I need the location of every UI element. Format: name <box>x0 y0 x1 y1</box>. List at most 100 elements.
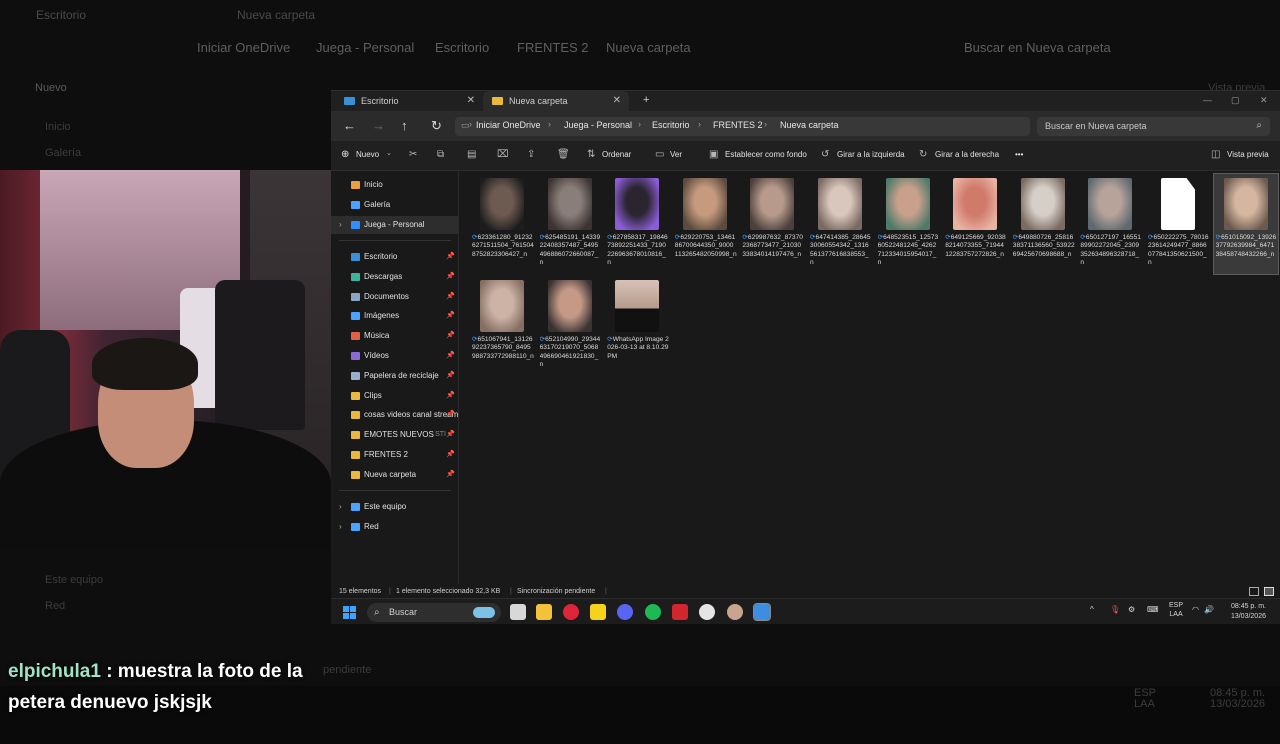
refresh-button[interactable]: ↻ <box>431 118 442 134</box>
spotify-icon[interactable] <box>645 604 661 620</box>
large-icons-view-toggle[interactable] <box>1264 587 1274 596</box>
github-icon[interactable] <box>699 604 715 620</box>
minimize-button[interactable]: — <box>1203 91 1212 109</box>
rename-icon[interactable]: ⌧ <box>497 149 509 160</box>
tab-escritorio[interactable]: Escritorio ✕ <box>335 91 483 111</box>
sidebar-item[interactable]: ›Juega - Personal <box>331 216 458 234</box>
breadcrumb-item[interactable]: Escritorio <box>652 120 690 130</box>
file-item[interactable]: ⟳650127197_1655189902272045_230935263489… <box>1078 174 1142 274</box>
language-indicator[interactable]: ESPLAA <box>1169 601 1183 619</box>
system-clock[interactable]: 08:45 p. m. 13/03/2026 <box>1231 602 1266 622</box>
sidebar-item[interactable]: ›Este equipo <box>331 498 458 516</box>
close-tab-icon[interactable]: ✕ <box>467 91 475 111</box>
microphone-icon[interactable]: 🎙 <box>1110 605 1120 614</box>
sticky-notes-icon[interactable] <box>590 604 606 620</box>
file-name: ⟳650127197_1655189902272045_230935263489… <box>1080 234 1142 270</box>
opera-gx-icon[interactable] <box>563 604 579 620</box>
file-item[interactable]: ⟳629220753_1346186700644350_900011326548… <box>673 174 737 274</box>
file-item[interactable]: ⟳651015092_1392637792639984_647138458748… <box>1214 174 1278 274</box>
preview-pane-button[interactable]: Vista previa <box>1227 150 1269 159</box>
sidebar-item[interactable]: Vídeos📌 <box>331 347 458 365</box>
folder-icon <box>351 411 360 419</box>
volume-icon[interactable]: 🔊 <box>1204 605 1214 614</box>
sidebar-item[interactable]: Galería <box>331 196 458 214</box>
paint-app-icon[interactable] <box>754 604 770 620</box>
more-options-button[interactable]: ••• <box>1015 150 1023 159</box>
sidebar-item[interactable]: Papelera de reciclaje📌 <box>331 367 458 385</box>
set-background-button[interactable]: Establecer como fondo <box>725 150 807 159</box>
sidebar-item[interactable]: Descargas📌 <box>331 268 458 286</box>
forward-button[interactable]: → <box>372 118 385 133</box>
file-item[interactable]: ⟳648523515_1257360522481245_426271233401… <box>876 174 940 274</box>
details-view-toggle[interactable] <box>1249 587 1259 596</box>
tab-nueva-carpeta[interactable]: Nueva carpeta ✕ <box>483 91 629 111</box>
paste-icon[interactable]: ▤ <box>467 149 476 160</box>
file-item[interactable]: ⟳650222275_7801623614249477_886607784135… <box>1146 174 1210 274</box>
address-bar[interactable]: ▭ › Iniciar OneDrive › Juega - Personal … <box>455 117 1030 136</box>
breadcrumb-item[interactable]: Nueva carpeta <box>780 120 839 130</box>
pin-icon: 📌 <box>446 466 455 484</box>
file-item[interactable]: ⟳WhatsApp Image 2026-03-13 at 8.10.29 PM <box>605 276 669 376</box>
file-item[interactable]: ⟳647414385_2864530060554342_131656137761… <box>808 174 872 274</box>
wifi-icon[interactable]: ◠ <box>1192 605 1199 614</box>
videos-icon <box>351 352 360 360</box>
file-item[interactable]: ⟳623361280_912326271511504_7615048752823… <box>470 174 534 274</box>
maximize-button[interactable]: ▢ <box>1231 91 1240 109</box>
new-button[interactable]: Nuevo <box>356 150 379 159</box>
file-item[interactable]: ⟳627858317_1984673892251433_719022696367… <box>605 174 669 274</box>
file-name-text: 652104990_2934463170219070_5068496690461… <box>540 336 601 368</box>
sidebar-item[interactable]: Clips📌 <box>331 387 458 405</box>
sort-button[interactable]: Ordenar <box>602 150 631 159</box>
pin-icon: 📌 <box>446 367 455 385</box>
breadcrumb-item[interactable]: Juega - Personal <box>564 120 632 130</box>
back-button[interactable]: ← <box>343 118 356 133</box>
task-view-icon[interactable] <box>510 604 526 620</box>
sidebar-item[interactable]: ›Red <box>331 518 458 536</box>
sidebar-item[interactable]: Imágenes📌 <box>331 307 458 325</box>
taskbar-search[interactable]: ⌕ Buscar <box>367 603 501 622</box>
chevron-right-icon[interactable]: › <box>339 216 342 234</box>
search-input[interactable]: Buscar en Nueva carpeta ⌕ <box>1037 117 1270 136</box>
background-tabs: Escritorio Nueva carpeta <box>0 0 1280 30</box>
sidebar-item[interactable]: Música📌 <box>331 327 458 345</box>
chevron-right-icon[interactable]: › <box>339 518 342 536</box>
sidebar-item[interactable]: EMOTES NUEVOSSTI📌 <box>331 426 458 444</box>
rotate-right-icon: ↻ <box>919 149 927 160</box>
cut-icon[interactable]: ✂ <box>409 149 417 160</box>
sidebar-item[interactable]: Nueva carpeta📌 <box>331 466 458 484</box>
start-button[interactable] <box>343 606 356 619</box>
this-pc-icon <box>351 503 360 511</box>
file-explorer-icon[interactable] <box>536 604 552 620</box>
file-item[interactable]: ⟳629987632_873702368773477_2103033834014… <box>740 174 804 274</box>
view-button[interactable]: Ver <box>670 150 682 159</box>
breadcrumb-item[interactable]: Iniciar OneDrive <box>476 120 541 130</box>
avatar-app-icon[interactable] <box>727 604 743 620</box>
share-icon[interactable]: ⇪ <box>527 149 535 160</box>
file-item[interactable]: ⟳649880726_2581638371136560_539226942567… <box>1011 174 1075 274</box>
sidebar-item[interactable]: Escritorio📌 <box>331 248 458 266</box>
close-tab-icon[interactable]: ✕ <box>613 91 621 111</box>
file-item[interactable]: ⟳651067941_1312692237365790_849598873377… <box>470 276 534 376</box>
up-button[interactable]: ↑ <box>401 118 408 133</box>
rotate-left-button[interactable]: Girar a la izquierda <box>837 150 905 159</box>
sidebar-item[interactable]: Documentos📌 <box>331 288 458 306</box>
copy-icon[interactable]: ⧉ <box>437 149 444 160</box>
close-button[interactable]: ✕ <box>1260 91 1268 109</box>
sidebar-item[interactable]: Inicio <box>331 176 458 194</box>
breadcrumb-item[interactable]: FRENTES 2 <box>713 120 763 130</box>
sidebar-item[interactable]: cosas videos canal stream📌 <box>331 406 458 424</box>
file-item[interactable]: ⟳649125669_920388214073355_7194412283757… <box>943 174 1007 274</box>
settings-tray-icon[interactable]: ⚙ <box>1128 605 1135 614</box>
tray-overflow-chevron[interactable]: ^ <box>1090 605 1094 614</box>
discord-icon[interactable] <box>617 604 633 620</box>
obs-icon[interactable] <box>672 604 688 620</box>
chevron-right-icon[interactable]: › <box>339 498 342 516</box>
rotate-right-button[interactable]: Girar a la derecha <box>935 150 999 159</box>
keyboard-icon[interactable]: ⌨ <box>1147 605 1159 614</box>
sidebar-item[interactable]: FRENTES 2📌 <box>331 446 458 464</box>
new-tab-button[interactable]: + <box>643 91 649 109</box>
file-item[interactable]: ⟳625485191_1433922408357487_549549688607… <box>538 174 602 274</box>
language-region: LAA <box>1169 611 1182 618</box>
delete-icon[interactable]: 🗑 <box>557 149 570 160</box>
file-item[interactable]: ⟳652104990_2934463170219070_506849669046… <box>538 276 602 376</box>
